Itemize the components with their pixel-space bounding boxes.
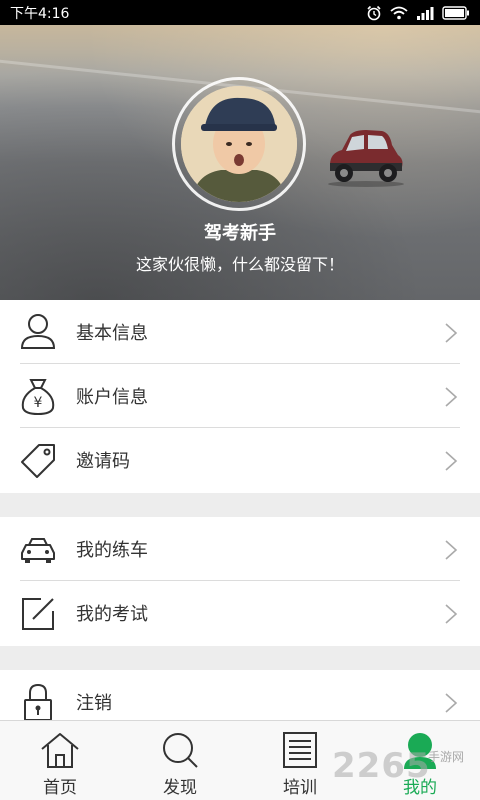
alarm-icon [367,5,381,20]
bottom-tab-bar: 首页 发现 培训 我的 [0,720,480,800]
signature: 这家伙很懒，什么都没留下！ [135,255,344,274]
chevron-right-icon [445,387,458,407]
chevron-right-icon [445,451,458,471]
tab-training[interactable]: 培训 [240,721,360,800]
status-time: 下午4:16 [10,5,70,22]
menu-label: 我的练车 [76,540,148,561]
tab-discover[interactable]: 发现 [120,721,240,800]
menu-label: 我的考试 [76,604,148,625]
tab-label: 我的 [403,778,437,798]
signal-icon [417,6,434,20]
avatar-photo [181,86,297,202]
money-bag-icon: ¥ [21,379,55,416]
profile-header: 驾考新手 这家伙很懒，什么都没留下！ [0,25,480,300]
menu-item-my-exam[interactable]: 我的考试 [0,581,480,645]
document-icon [283,732,317,768]
wifi-icon [390,6,408,19]
chevron-right-icon [445,323,458,343]
car-icon [21,538,55,563]
battery-icon [442,5,469,20]
chevron-right-icon [445,604,458,624]
menu-item-invite-code[interactable]: 邀请码 [0,428,480,492]
menu-item-logout[interactable]: 注销 [0,670,480,720]
menu-group-training: 我的练车 我的考试 [0,517,480,646]
menu-item-basic-info[interactable]: 基本信息 [0,300,480,364]
chevron-right-icon [445,693,458,713]
svg-text:¥: ¥ [34,395,43,411]
person-icon [20,314,56,349]
home-icon [41,733,79,768]
menu-label: 账户信息 [76,387,148,408]
tab-label: 发现 [163,778,197,798]
menu-item-account-info[interactable]: ¥ 账户信息 [0,364,480,428]
lock-icon [24,683,52,720]
toy-car-image [328,130,404,187]
menu-label: 基本信息 [76,323,148,344]
menu-label: 邀请码 [76,451,130,472]
status-bar: 下午4:16 [0,0,480,25]
tab-home[interactable]: 首页 [0,721,120,800]
menu-group-account: 基本信息 ¥ 账户信息 邀请码 [0,300,480,493]
tag-icon [21,444,55,478]
avatar[interactable] [181,86,297,202]
profile-icon [404,733,436,769]
tab-label: 培训 [283,778,317,798]
menu-label: 注销 [76,693,112,714]
search-icon [163,733,198,768]
edit-icon [22,598,54,630]
tab-label: 首页 [43,778,77,798]
nickname: 驾考新手 [204,223,276,244]
chevron-right-icon [445,540,458,560]
status-icons [366,5,470,21]
menu-group-logout: 注销 [0,670,480,720]
menu-item-my-practice[interactable]: 我的练车 [0,517,480,581]
tab-mine[interactable]: 我的 [360,721,480,800]
